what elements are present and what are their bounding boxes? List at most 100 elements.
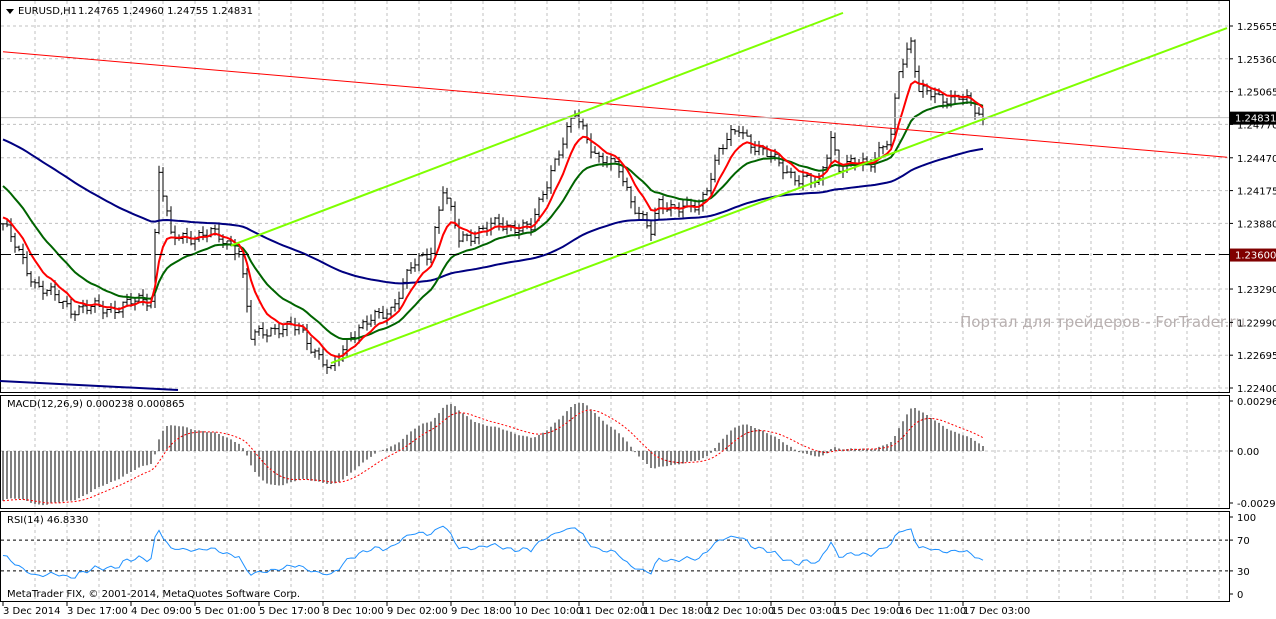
price-bar bbox=[589, 133, 593, 159]
chart-symbol: EURUSD,H1 bbox=[18, 6, 77, 17]
time-label: 12 Dec 10:00 bbox=[707, 606, 774, 617]
price-bar bbox=[549, 165, 553, 194]
price-bar bbox=[789, 167, 793, 179]
price-bar bbox=[597, 151, 601, 163]
price-bar bbox=[781, 158, 785, 180]
price-bar bbox=[621, 165, 625, 187]
collapse-triangle-icon[interactable] bbox=[6, 9, 14, 14]
macd-tick-label: 0.00 bbox=[1237, 447, 1259, 458]
watermark: Портал для трейдеров - ForTrader.ru bbox=[960, 313, 1245, 331]
price-bar bbox=[477, 225, 481, 245]
time-label: 17 Dec 03:00 bbox=[963, 606, 1030, 617]
price-bar bbox=[185, 227, 189, 244]
rsi-tick-label: 100 bbox=[1237, 513, 1256, 524]
price-bar bbox=[349, 332, 353, 342]
price-bar bbox=[329, 364, 333, 370]
price-bar bbox=[105, 308, 109, 318]
time-label: 16 Dec 11:00 bbox=[899, 606, 966, 617]
price-bar bbox=[365, 315, 369, 331]
time-label: 8 Dec 10:00 bbox=[323, 606, 384, 617]
price-bar bbox=[321, 348, 325, 368]
price-bar bbox=[85, 299, 89, 315]
price-bar bbox=[465, 233, 469, 242]
price-bar bbox=[313, 348, 317, 358]
price-bar bbox=[377, 307, 381, 319]
price-bar bbox=[665, 202, 669, 213]
price-bar bbox=[481, 225, 485, 231]
price-bar bbox=[421, 252, 425, 257]
price-tick-label: 1.22400 bbox=[1237, 384, 1276, 395]
rsi-title: RSI(14) 46.8330 bbox=[7, 515, 88, 526]
price-bar bbox=[741, 126, 745, 140]
price-bar bbox=[353, 331, 357, 344]
price-bar bbox=[977, 107, 981, 116]
price-bar bbox=[309, 337, 313, 354]
price-bar bbox=[461, 231, 465, 243]
price-bar bbox=[909, 37, 913, 54]
price-tick-label: 1.24175 bbox=[1237, 187, 1276, 198]
price-bar bbox=[13, 232, 17, 253]
price-bar bbox=[413, 258, 417, 272]
price-bar bbox=[733, 129, 737, 135]
macd-signal-line bbox=[2, 409, 984, 504]
price-bar bbox=[485, 221, 489, 236]
price-bar bbox=[953, 90, 957, 104]
price-bar bbox=[33, 279, 37, 289]
price-bar bbox=[1, 223, 5, 231]
price-bar bbox=[745, 129, 749, 137]
price-bar bbox=[677, 202, 681, 218]
time-label: 11 Dec 18:00 bbox=[643, 606, 710, 617]
price-tick-label: 1.25065 bbox=[1237, 88, 1276, 99]
price-tick-label: 1.25655 bbox=[1237, 22, 1276, 33]
price-bar bbox=[441, 186, 445, 211]
price-tick-label: 1.22695 bbox=[1237, 351, 1276, 362]
price-bar bbox=[317, 347, 321, 360]
time-label: 9 Dec 02:00 bbox=[387, 606, 448, 617]
price-bar bbox=[405, 269, 409, 289]
rsi-panel[interactable] bbox=[0, 511, 1230, 602]
macd-title: MACD(12,26,9) 0.000238 0.000865 bbox=[7, 399, 185, 410]
price-bar bbox=[61, 300, 65, 309]
rsi-tick-label: 30 bbox=[1237, 567, 1250, 578]
price-bar bbox=[489, 217, 493, 236]
price-bar bbox=[945, 97, 949, 109]
price-bar bbox=[265, 329, 269, 343]
price-bar bbox=[409, 262, 413, 274]
price-bar bbox=[629, 186, 633, 209]
price-bar bbox=[921, 79, 925, 98]
price-bar bbox=[817, 172, 821, 185]
price-bar bbox=[437, 206, 441, 234]
price-bar bbox=[257, 325, 261, 336]
price-bar bbox=[29, 271, 33, 287]
price-bar bbox=[533, 208, 537, 232]
price-bar bbox=[641, 210, 645, 220]
price-bar bbox=[369, 314, 373, 327]
price-tick-label: 1.25360 bbox=[1237, 55, 1276, 66]
macd-panel[interactable] bbox=[0, 395, 1230, 509]
price-bar bbox=[541, 191, 545, 203]
price-bar bbox=[493, 217, 497, 226]
price-tick-label: 1.23290 bbox=[1237, 285, 1276, 296]
price-bar bbox=[637, 206, 641, 220]
price-bar bbox=[633, 196, 637, 215]
price-bar bbox=[729, 124, 733, 146]
chart-window[interactable]: Портал для трейдеров - ForTrader.ru 1.25… bbox=[0, 0, 1276, 619]
price-bar bbox=[401, 278, 405, 299]
chart-canvas[interactable]: Портал для трейдеров - ForTrader.ru 1.25… bbox=[0, 0, 1276, 619]
price-bar bbox=[333, 356, 337, 372]
price-bar bbox=[121, 301, 125, 318]
price-bar bbox=[269, 327, 273, 337]
price-bar bbox=[517, 224, 521, 240]
price-bar bbox=[281, 324, 285, 338]
price-bar bbox=[705, 187, 709, 196]
price-bar bbox=[565, 122, 569, 149]
time-label: 5 Dec 01:00 bbox=[195, 606, 256, 617]
price-bar bbox=[113, 300, 117, 320]
price-tick-label: 1.24470 bbox=[1237, 154, 1276, 165]
price-bar bbox=[553, 158, 557, 172]
time-label: 15 Dec 03:00 bbox=[771, 606, 838, 617]
price-bar bbox=[525, 221, 529, 230]
price-tick-label: 1.22990 bbox=[1237, 318, 1276, 329]
price-bar bbox=[613, 158, 617, 163]
price-bar bbox=[217, 222, 221, 243]
